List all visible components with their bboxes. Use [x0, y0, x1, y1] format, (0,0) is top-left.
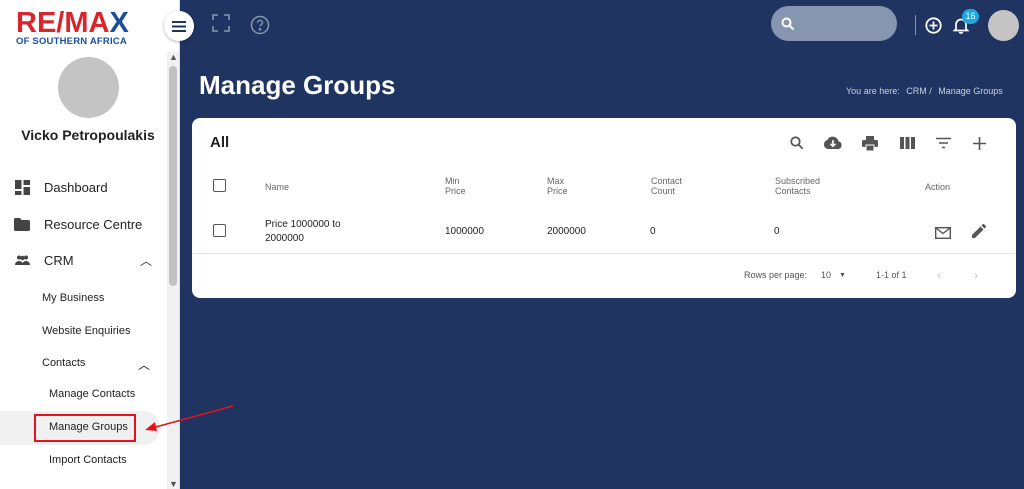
page-title: Manage Groups — [199, 70, 396, 100]
cell-subscribed: 0 — [774, 226, 780, 237]
row-checkbox[interactable] — [213, 224, 226, 237]
scroll-down-icon[interactable]: ▼ — [169, 479, 178, 489]
cell-name-line2: 2000000 — [265, 233, 304, 244]
col-header-min-price-line2: Price — [445, 186, 466, 196]
highlight-annotation-box — [34, 414, 136, 442]
cell-name: Price 1000000 to 2000000 — [265, 218, 341, 246]
sidebar-item-resource-centre[interactable]: Resource Centre — [0, 208, 166, 240]
sidebar-item-manage-contacts[interactable]: Manage Contacts — [49, 388, 135, 400]
remax-logo[interactable]: RE/MAX OF SOUTHERN AFRICA — [16, 8, 156, 47]
prev-page-icon[interactable]: ‹ — [937, 268, 941, 282]
cell-name-line1: Price 1000000 to — [265, 219, 341, 230]
logo-subtitle: OF SOUTHERN AFRICA — [16, 36, 127, 47]
annotation-arrow — [145, 405, 234, 431]
fullscreen-icon[interactable] — [212, 14, 230, 37]
sidebar-item-contacts[interactable]: Contacts ︿ — [42, 357, 154, 372]
people-icon — [0, 255, 44, 265]
col-header-subscribed-line2: Contacts — [775, 186, 811, 196]
col-header-action: Action — [925, 182, 951, 192]
hamburger-icon — [172, 20, 186, 32]
col-header-name[interactable]: Name — [265, 182, 289, 192]
col-header-min-price-line1: Min — [445, 176, 460, 186]
groups-table-card: All Name Min Price Max Price Contact Cou… — [192, 118, 1016, 298]
rows-per-page-select[interactable]: 10 ▼ — [821, 270, 846, 280]
sidebar-item-label: Dashboard — [44, 179, 108, 195]
topbar-separator — [915, 15, 916, 35]
col-header-contact-count-line1: Contact — [651, 176, 683, 186]
filter-icon[interactable] — [932, 132, 954, 154]
add-circle-icon[interactable] — [925, 17, 942, 39]
breadcrumb-current: Manage Groups — [938, 86, 1003, 96]
chevron-up-icon: ︿ — [137, 358, 150, 372]
chevron-up-icon: ︿ — [139, 253, 152, 268]
select-all-checkbox[interactable] — [213, 179, 226, 192]
edit-icon[interactable] — [968, 220, 990, 242]
print-icon[interactable] — [859, 132, 881, 154]
breadcrumb-prefix: You are here: — [846, 86, 900, 96]
sidebar-item-dashboard[interactable]: Dashboard — [0, 171, 166, 203]
rows-per-page-label: Rows per page: — [744, 270, 808, 280]
col-header-max-price[interactable]: Max Price — [547, 176, 568, 196]
row-divider — [192, 253, 1016, 254]
columns-icon[interactable] — [896, 132, 918, 154]
pagination-range: 1-1 of 1 — [876, 270, 907, 280]
dashboard-icon — [0, 179, 44, 195]
logo-text-a: RE/MA — [16, 7, 110, 39]
col-header-contact-count[interactable]: Contact Count — [651, 176, 682, 196]
breadcrumb-crm-link[interactable]: CRM / — [906, 86, 932, 96]
dropdown-arrow-icon: ▼ — [839, 271, 846, 279]
sidebar-item-my-business[interactable]: My Business — [42, 292, 104, 304]
col-header-min-price[interactable]: Min Price — [445, 176, 466, 196]
col-header-max-price-line1: Max — [547, 176, 565, 186]
cell-max-price: 2000000 — [547, 226, 586, 237]
search-icon — [781, 17, 795, 30]
scroll-up-icon[interactable]: ▲ — [169, 52, 178, 62]
add-icon[interactable] — [968, 132, 990, 154]
next-page-icon[interactable]: › — [974, 268, 978, 282]
scroll-thumb[interactable] — [169, 66, 177, 286]
sidebar-item-crm[interactable]: CRM ︿ — [0, 244, 166, 276]
help-icon[interactable] — [250, 15, 270, 40]
table-title: All — [210, 134, 230, 151]
col-header-contact-count-line2: Count — [651, 186, 676, 196]
sidebar-item-label: Contacts — [42, 357, 86, 369]
email-icon[interactable] — [932, 222, 954, 244]
menu-toggle-button[interactable] — [164, 11, 194, 41]
search-input[interactable] — [771, 6, 897, 41]
col-header-max-price-line2: Price — [547, 186, 568, 196]
col-header-subscribed[interactable]: Subscribed Contacts — [775, 176, 820, 196]
col-header-subscribed-line1: Subscribed — [775, 176, 821, 186]
sidebar-item-label: Resource Centre — [44, 216, 143, 232]
sidebar-item-website-enquiries[interactable]: Website Enquiries — [42, 325, 130, 337]
folder-icon — [0, 217, 44, 231]
cell-contact-count: 0 — [650, 226, 656, 237]
sidebar-item-import-contacts[interactable]: Import Contacts — [49, 454, 127, 466]
notification-badge: 16 — [962, 9, 979, 24]
profile-avatar[interactable] — [58, 57, 119, 118]
rows-per-page-value: 10 — [821, 270, 832, 280]
table-search-icon[interactable] — [786, 132, 808, 154]
cell-min-price: 1000000 — [445, 226, 484, 237]
download-cloud-icon[interactable] — [822, 132, 844, 154]
logo-text-b: X — [109, 7, 129, 39]
breadcrumb: You are here: CRM / Manage Groups — [846, 86, 1007, 96]
sidebar-item-label: CRM — [44, 252, 74, 268]
user-name: Vicko Petropoulakis — [21, 127, 155, 143]
user-avatar-small[interactable] — [988, 10, 1019, 41]
